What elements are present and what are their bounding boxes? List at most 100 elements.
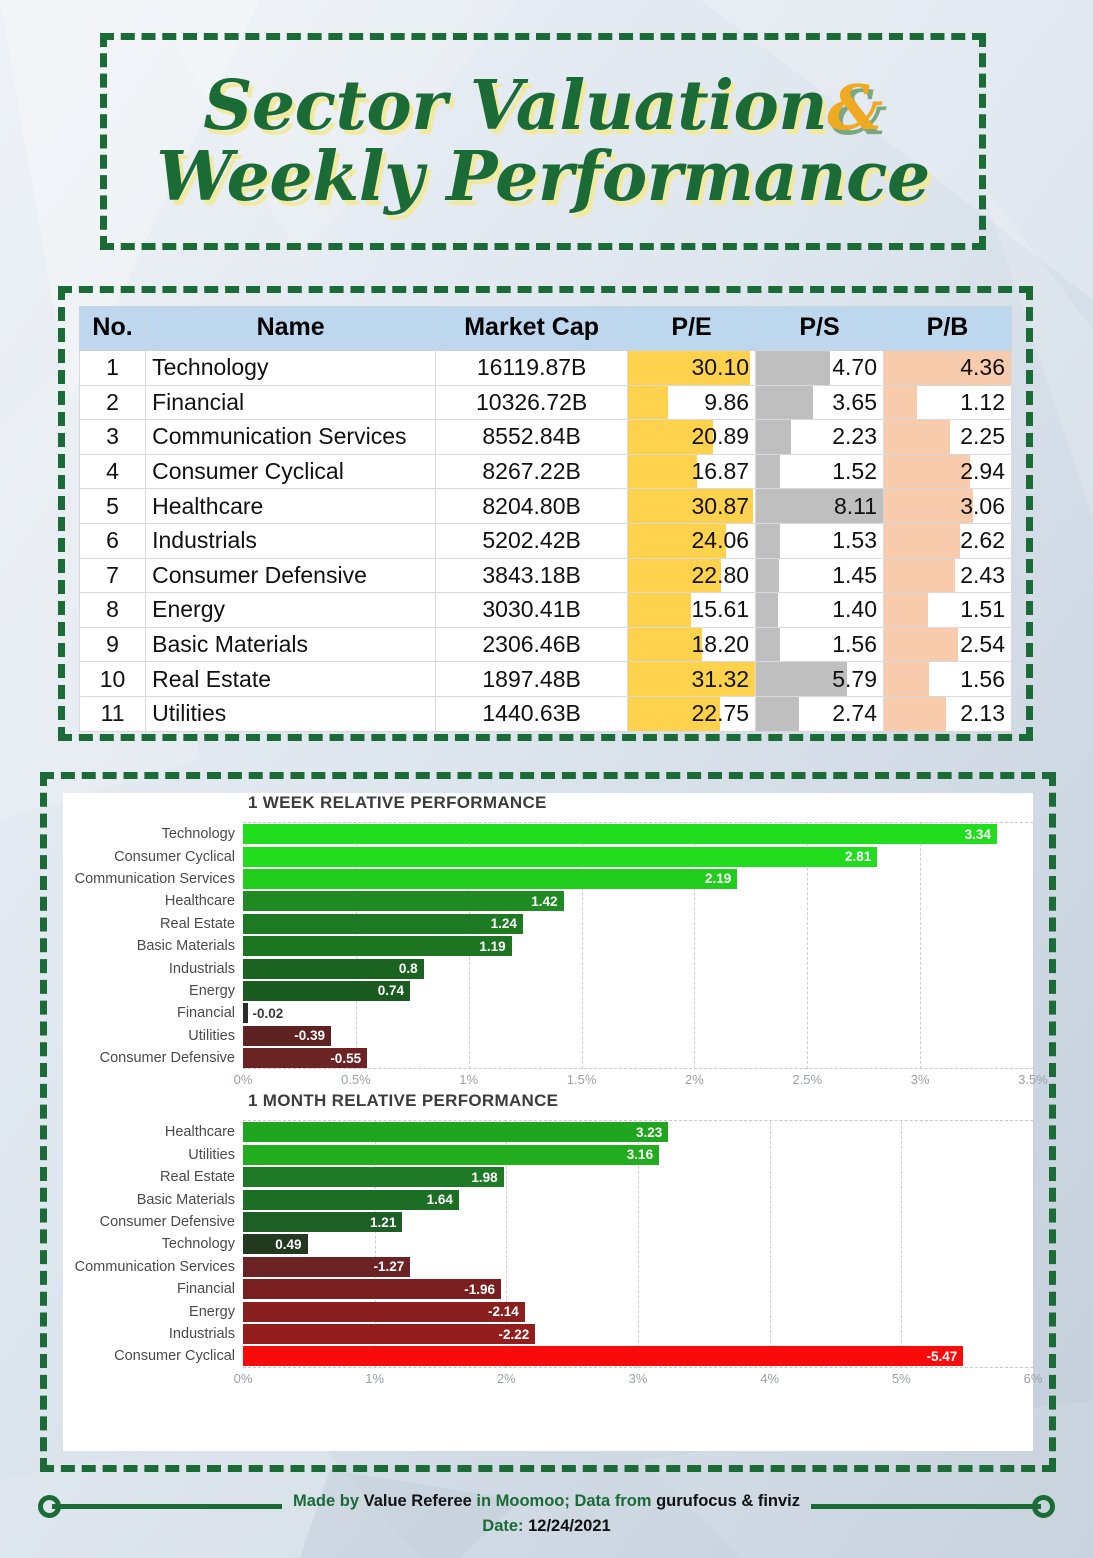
cell-ps-value: 8.11 <box>833 492 877 519</box>
x-axis: 0% 1% 2% 3% 4% 5% 6% <box>234 1368 1043 1390</box>
bar-row: Energy 0.74 <box>63 980 1033 1002</box>
bar-rows: Healthcare 3.23 Utilities 3.16 Real Estate 1.… <box>63 1121 1033 1367</box>
bar: 0.74 <box>243 980 410 1001</box>
ps-databar-fill <box>756 559 779 592</box>
cell-ps-databar: 1.40 <box>755 592 884 628</box>
ps-databar-fill <box>756 351 830 385</box>
x-axis-tick-label: 2% <box>685 1072 704 1088</box>
cell-pe-value: 16.87 <box>691 458 750 485</box>
x-axis-tick-label: 6% <box>1023 1370 1043 1386</box>
pb-databar-fill <box>884 662 930 696</box>
bar-category-label: Utilities <box>188 1027 235 1044</box>
cell-no: 6 <box>78 522 147 559</box>
cell-no: 10 <box>78 661 147 697</box>
cell-pe-databar: 15.61 <box>627 592 757 628</box>
bar: 1.19 <box>243 936 512 957</box>
cell-pe-databar: 24.06 <box>627 522 757 559</box>
cell-no: 11 <box>78 695 147 732</box>
bar-row: Basic Materials 1.64 <box>63 1188 1033 1210</box>
table-row: 4 Consumer Cyclical 8267.22B 16.87 1.52 2.94 <box>78 453 1012 490</box>
chart-1-week: 1 WEEK RELATIVE PERFORMANCE Technology 3.3… <box>63 793 1048 1091</box>
cell-pe-value: 15.61 <box>691 596 750 623</box>
title-block: Sector Valuation& Weekly Performance <box>100 33 986 250</box>
cell-ps-value: 1.53 <box>832 527 877 554</box>
bar-category-label: Consumer Cyclical <box>114 1348 235 1365</box>
cell-name: Basic Materials <box>145 626 437 663</box>
cell-name: Industrials <box>145 522 437 559</box>
bar: 1.98 <box>243 1167 504 1188</box>
cell-pe-databar: 20.89 <box>627 419 757 455</box>
cell-name: Communication Services <box>145 419 437 455</box>
bar-category-label: Consumer Defensive <box>99 1214 235 1231</box>
footer-date-line: Date: 12/24/2021 <box>0 1515 1093 1539</box>
cell-pe-value: 30.10 <box>691 354 750 381</box>
table-row: 8 Energy 3030.41B 15.61 1.40 1.51 <box>78 592 1012 628</box>
bar-track: -0.02 <box>243 1003 1033 1024</box>
cell-pe-value: 22.75 <box>691 700 750 727</box>
cell-name: Energy <box>145 592 437 628</box>
bar-row: Consumer Defensive -0.55 <box>63 1047 1033 1069</box>
bar-value-label: 1.19 <box>479 938 506 954</box>
x-axis-tick-label: 3% <box>628 1370 648 1386</box>
cell-pb-databar: 2.13 <box>883 695 1012 732</box>
bar-category-label: Technology <box>161 1236 235 1253</box>
cell-ps-databar: 8.11 <box>755 488 884 524</box>
ps-databar-fill <box>756 524 781 558</box>
bar-category-label: Basic Materials <box>136 938 235 955</box>
cell-market-cap: 2306.46B <box>435 626 629 663</box>
bar-value-label: 1.21 <box>370 1214 397 1230</box>
cell-market-cap: 16119.87B <box>435 350 629 386</box>
bar-category-label: Energy <box>189 982 235 999</box>
pb-databar-fill <box>884 628 959 661</box>
bar-row: Energy -2.14 <box>63 1300 1033 1322</box>
cell-pe-databar: 30.87 <box>627 488 757 524</box>
cell-pb-value: 4.36 <box>960 354 1005 381</box>
ps-databar-fill <box>756 386 814 419</box>
cell-market-cap: 3030.41B <box>435 592 629 628</box>
bar-track: 1.64 <box>243 1189 1033 1210</box>
bar-value-label: 0.74 <box>377 983 404 999</box>
ampersand: & <box>827 70 883 144</box>
x-axis: 0% 0.5% 1% 1.5% 2% 2.5% 3% 3.5% <box>234 1069 1048 1091</box>
ps-databar-fill <box>756 697 799 731</box>
cell-ps-value: 1.45 <box>832 561 877 588</box>
cell-no: 7 <box>78 557 147 594</box>
cell-no: 9 <box>78 626 147 663</box>
bar-row: Basic Materials 1.19 <box>63 935 1033 957</box>
cell-market-cap: 8267.22B <box>435 453 629 490</box>
cell-no: 1 <box>78 350 147 386</box>
bar-category-label: Utilities <box>188 1146 235 1163</box>
x-axis-tick-label: 1% <box>365 1370 385 1386</box>
bar-row: Industrials 0.8 <box>63 957 1033 979</box>
bar: -2.22 <box>243 1324 536 1344</box>
pe-databar-fill <box>628 455 697 488</box>
cell-pe-value: 30.87 <box>691 492 750 519</box>
bar-track: 3.16 <box>243 1144 1033 1165</box>
table-row: 2 Financial 10326.72B 9.86 3.65 1.12 <box>78 384 1012 421</box>
cell-market-cap: 10326.72B <box>435 384 629 421</box>
bar-track: -2.22 <box>243 1324 1033 1344</box>
table-row: 7 Consumer Defensive 3843.18B 22.80 1.45 2.43 <box>78 557 1012 594</box>
x-axis-tick-label: 0% <box>233 1370 253 1386</box>
col-header-no: No. <box>78 306 147 351</box>
cell-pb-value: 2.25 <box>960 423 1005 450</box>
bar-row: Communication Services 2.19 <box>63 868 1033 890</box>
pb-databar-fill <box>884 455 970 488</box>
cell-pb-value: 1.12 <box>960 388 1005 415</box>
bar-track: -1.27 <box>243 1256 1033 1277</box>
cell-market-cap: 5202.42B <box>435 522 629 559</box>
cell-pe-value: 24.06 <box>691 527 750 554</box>
col-header-cap: Market Cap <box>435 306 629 351</box>
bar-category-label: Financial <box>176 1281 235 1298</box>
footer-sources: gurufocus & finviz <box>656 1492 800 1510</box>
table-row: 3 Communication Services 8552.84B 20.89 2.23… <box>78 419 1012 455</box>
bar-category-label: Communication Services <box>74 1258 235 1275</box>
cell-market-cap: 1440.63B <box>435 695 629 732</box>
x-axis-tick-label: 2.5% <box>792 1072 823 1088</box>
cell-pb-databar: 2.43 <box>883 557 1012 594</box>
cell-pe-value: 31.32 <box>691 665 750 692</box>
cell-ps-value: 5.79 <box>832 665 877 692</box>
valuation-table: No. Name Market Cap P/E P/S P/B 1 Technol… <box>78 306 1012 732</box>
bar-track: -2.14 <box>243 1301 1033 1322</box>
cell-pb-databar: 3.06 <box>883 488 1012 524</box>
